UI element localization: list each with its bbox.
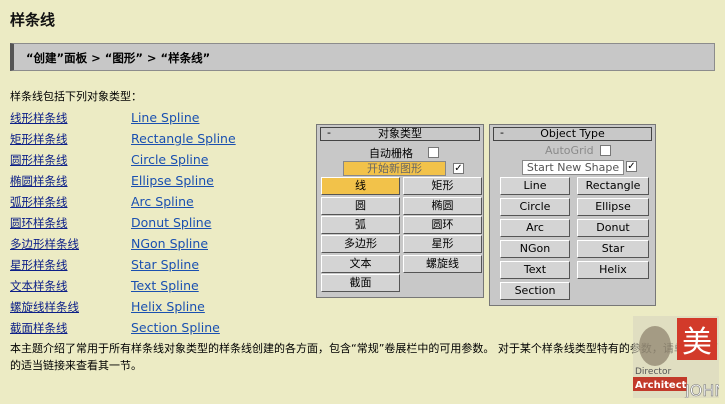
list-item: 多边形样条线 NGon Spline [10, 236, 310, 257]
ellipse-button[interactable]: Ellipse [577, 198, 649, 216]
list-item: 弧形样条线 Arc Spline [10, 194, 310, 215]
panel-header[interactable]: - Object Type [493, 126, 652, 141]
list-item: 圆环样条线 Donut Spline [10, 215, 310, 236]
page-title: 样条线 [10, 11, 56, 29]
breadcrumb-text: “创建”面板 > “图形” > “样条线” [26, 51, 211, 65]
link-ngon-spline[interactable]: NGon Spline [131, 236, 208, 251]
text-button[interactable]: 文本 [321, 255, 400, 273]
rectangle-button[interactable]: Rectangle [577, 177, 649, 195]
link-rectangle-spline[interactable]: Rectangle Spline [131, 131, 236, 146]
arc-button[interactable]: Arc [500, 219, 570, 237]
footer-text: 本主题介绍了常用于所有样条线对象类型的样条线创建的各方面，包含“常规”卷展栏中的… [10, 342, 718, 372]
svg-text:美: 美 [682, 325, 712, 360]
donut-button[interactable]: Donut [577, 219, 649, 237]
list-item: 线形样条线 Line Spline [10, 110, 310, 131]
list-item: 截面样条线 Section Spline [10, 320, 310, 341]
helix-button[interactable]: 螺旋线 [403, 255, 482, 273]
list-item: 文本样条线 Text Spline [10, 278, 310, 299]
donut-button[interactable]: 圆环 [403, 216, 482, 234]
star-button[interactable]: Star [577, 240, 649, 258]
link-arc-spline-cn[interactable]: 弧形样条线 [10, 194, 68, 210]
circle-button[interactable]: 圆 [321, 197, 400, 215]
panel-header[interactable]: - 对象类型 [320, 126, 480, 141]
link-line-spline-cn[interactable]: 线形样条线 [10, 110, 68, 126]
link-section-spline[interactable]: Section Spline [131, 320, 220, 335]
object-type-panel-en: - Object Type AutoGrid Start New Shape ✓… [489, 124, 656, 306]
panel-title: Object Type [540, 127, 605, 140]
section-button[interactable]: Section [500, 282, 570, 300]
link-arc-spline[interactable]: Arc Spline [131, 194, 194, 209]
line-button[interactable]: Line [500, 177, 570, 195]
link-ngon-spline-cn[interactable]: 多边形样条线 [10, 236, 79, 252]
ngon-button[interactable]: 多边形 [321, 235, 400, 253]
svg-text:Director: Director [635, 367, 671, 377]
autogrid-checkbox[interactable] [428, 147, 439, 158]
link-rectangle-spline-cn[interactable]: 矩形样条线 [10, 131, 68, 147]
link-section-spline-cn[interactable]: 截面样条线 [10, 320, 68, 336]
autogrid-checkbox[interactable] [600, 145, 611, 156]
svg-text:Architect: Architect [635, 380, 687, 391]
object-type-panel-cn: - 对象类型 自动栅格 开始新图形 ✓ 线 矩形 圆 椭圆 弧 圆环 多边形 星… [316, 124, 484, 298]
list-item: 圆形样条线 Circle Spline [10, 152, 310, 173]
link-donut-spline[interactable]: Donut Spline [131, 215, 211, 230]
list-item: 星形样条线 Star Spline [10, 257, 310, 278]
link-helix-spline-cn[interactable]: 螺旋线样条线 [10, 299, 79, 315]
link-ellipse-spline-cn[interactable]: 椭圆样条线 [10, 173, 68, 189]
svg-text:JOHN: JOHN [684, 381, 719, 398]
intro-text: 样条线包括下列对象类型： [10, 90, 142, 103]
line-button[interactable]: 线 [321, 177, 400, 195]
start-new-shape-button[interactable]: Start New Shape [522, 160, 624, 175]
section-button[interactable]: 截面 [321, 274, 400, 292]
start-new-shape-checkbox[interactable]: ✓ [626, 161, 637, 172]
watermark-logo-graphic: 美 Director Architect JOHN [633, 316, 725, 400]
link-helix-spline[interactable]: Helix Spline [131, 299, 205, 314]
autogrid-label: 自动栅格 [369, 147, 413, 160]
link-text-spline[interactable]: Text Spline [131, 278, 199, 293]
list-item: 矩形样条线 Rectangle Spline [10, 131, 310, 152]
link-donut-spline-cn[interactable]: 圆环样条线 [10, 215, 68, 231]
list-item: 椭圆样条线 Ellipse Spline [10, 173, 310, 194]
link-text-spline-cn[interactable]: 文本样条线 [10, 278, 68, 294]
breadcrumb: “创建”面板 > “图形” > “样条线” [10, 43, 715, 71]
arc-button[interactable]: 弧 [321, 216, 400, 234]
watermark-logo: 美 Director Architect JOHN [633, 316, 725, 400]
link-line-spline[interactable]: Line Spline [131, 110, 199, 125]
text-button[interactable]: Text [500, 261, 570, 279]
start-new-shape-button[interactable]: 开始新图形 [343, 161, 446, 176]
ngon-button[interactable]: NGon [500, 240, 570, 258]
star-button[interactable]: 星形 [403, 235, 482, 253]
rectangle-button[interactable]: 矩形 [403, 177, 482, 195]
panel-title: 对象类型 [378, 127, 422, 140]
link-ellipse-spline[interactable]: Ellipse Spline [131, 173, 214, 188]
link-star-spline[interactable]: Star Spline [131, 257, 199, 272]
start-new-shape-checkbox[interactable]: ✓ [453, 163, 464, 174]
ellipse-button[interactable]: 椭圆 [403, 197, 482, 215]
autogrid-label: AutoGrid [545, 144, 594, 157]
helix-button[interactable]: Helix [577, 261, 649, 279]
link-circle-spline-cn[interactable]: 圆形样条线 [10, 152, 68, 168]
link-star-spline-cn[interactable]: 星形样条线 [10, 257, 68, 273]
circle-button[interactable]: Circle [500, 198, 570, 216]
link-circle-spline[interactable]: Circle Spline [131, 152, 209, 167]
list-item: 螺旋线样条线 Helix Spline [10, 299, 310, 320]
